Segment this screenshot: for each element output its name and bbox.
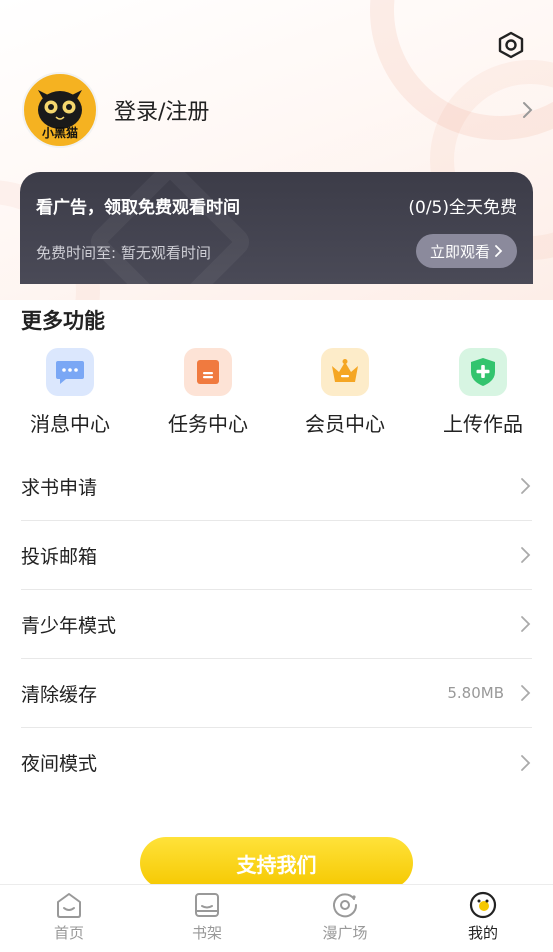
menu-item-label: 求书申请 — [21, 476, 98, 499]
ad-card-title: 看广告，领取免费观看时间 — [36, 198, 240, 218]
menu-item-label: 清除缓存 — [21, 683, 98, 706]
feature-upload-works[interactable]: 上传作品 — [423, 348, 543, 438]
message-icon — [46, 348, 94, 396]
feature-label: 会员中心 — [305, 412, 385, 436]
feature-label: 消息中心 — [30, 412, 110, 436]
feature-label: 上传作品 — [443, 412, 523, 436]
chevron-right-icon — [520, 615, 532, 633]
avatar-text: 小黑猫 — [41, 126, 78, 140]
tab-label: 我的 — [467, 924, 498, 942]
more-features-title: 更多功能 — [21, 309, 105, 333]
chevron-right-icon — [520, 754, 532, 772]
settings-button[interactable] — [496, 30, 526, 60]
cache-size-value: 5.80MB — [447, 684, 504, 702]
tab-label: 首页 — [53, 924, 84, 942]
menu-item-label: 投诉邮箱 — [21, 545, 98, 568]
comic-plaza-icon — [333, 893, 358, 918]
home-icon — [57, 893, 81, 918]
task-icon — [184, 348, 232, 396]
profile-row[interactable]: 小黑猫 登录/注册 — [22, 72, 534, 148]
ad-reward-card: 看广告，领取免费观看时间 (0/5)全天免费 免费时间至: 暂无观看时间 立即观… — [20, 172, 533, 284]
chevron-right-icon — [520, 684, 532, 702]
menu-item-night-mode[interactable]: 夜间模式 — [21, 728, 532, 797]
tab-home[interactable]: 首页 — [24, 891, 114, 949]
menu-item-label: 青少年模式 — [21, 614, 117, 637]
feature-vip-center[interactable]: 会员中心 — [285, 348, 405, 438]
profile-face-icon — [469, 891, 497, 919]
menu-item-label: 夜间模式 — [21, 753, 98, 775]
login-register-link[interactable]: 登录/注册 — [114, 94, 522, 126]
tab-label: 漫广场 — [322, 924, 368, 942]
watch-now-label: 立即观看 — [429, 242, 490, 261]
menu-item-clear-cache[interactable]: 清除缓存 5.80MB — [21, 659, 532, 728]
bottom-tab-bar: 首页 书架 漫广场 我的 — [0, 884, 553, 952]
crown-icon — [321, 348, 369, 396]
tab-bookshelf[interactable]: 书架 — [162, 891, 252, 949]
ad-card-count: (0/5)全天免费 — [408, 198, 517, 218]
chevron-right-icon — [495, 245, 503, 257]
menu-item-teen-mode[interactable]: 青少年模式 — [21, 590, 532, 659]
feature-task-center[interactable]: 任务中心 — [148, 348, 268, 438]
settings-menu: 求书申请 投诉邮箱 青少年模式 清除缓存 5.80MB 夜间模式 — [21, 452, 532, 797]
tab-comic-plaza[interactable]: 漫广场 — [300, 891, 390, 949]
settings-hexagon-icon — [498, 31, 524, 59]
chevron-right-icon — [522, 101, 534, 119]
chevron-right-icon — [520, 477, 532, 495]
ad-card-subtitle: 免费时间至: 暂无观看时间 — [36, 244, 211, 262]
features-grid: 消息中心 任务中心 会员中心 上传作品 — [0, 348, 553, 438]
bookshelf-icon — [195, 893, 219, 917]
menu-item-book-request[interactable]: 求书申请 — [21, 452, 532, 521]
watch-now-button[interactable]: 立即观看 — [415, 234, 517, 268]
tab-mine[interactable]: 我的 — [438, 891, 528, 949]
support-us-button[interactable]: 支持我们 — [140, 837, 413, 889]
feature-label: 任务中心 — [168, 412, 248, 436]
card-watermark — [85, 172, 255, 284]
feature-message-center[interactable]: 消息中心 — [10, 348, 130, 438]
tab-label: 书架 — [191, 924, 222, 942]
upload-icon — [459, 348, 507, 396]
avatar[interactable]: 小黑猫 — [22, 72, 98, 148]
menu-item-complaint-email[interactable]: 投诉邮箱 — [21, 521, 532, 590]
chevron-right-icon — [520, 546, 532, 564]
